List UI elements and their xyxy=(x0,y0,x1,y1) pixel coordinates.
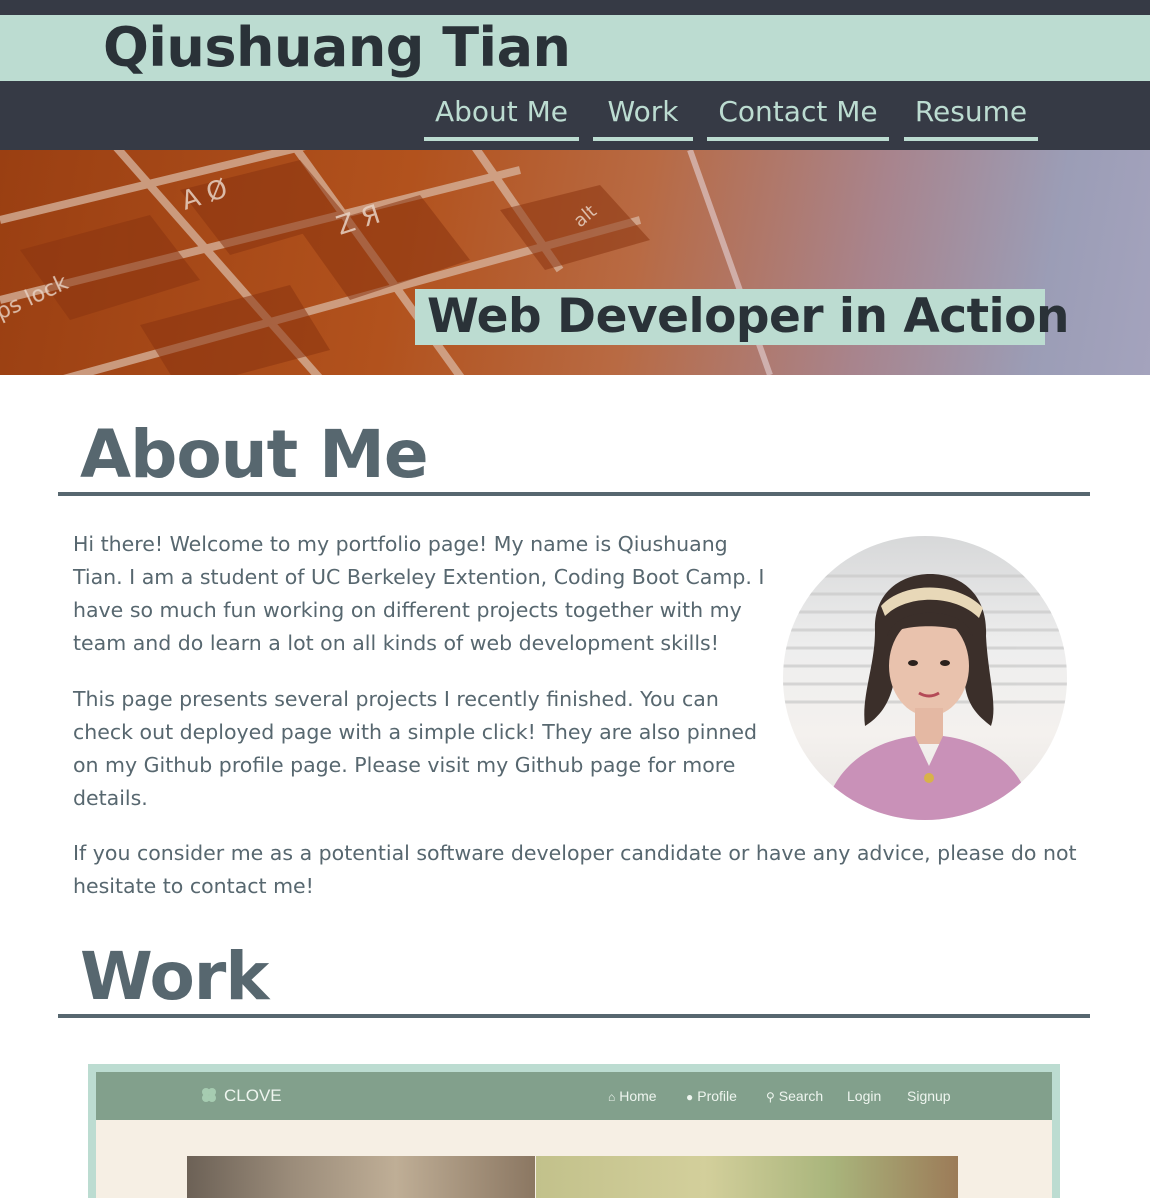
search-icon: ⚲ xyxy=(766,1090,775,1104)
project-preview-nav-login: Login xyxy=(847,1088,882,1104)
nav-link-work[interactable]: Work xyxy=(593,93,693,141)
project-preview-image-left xyxy=(187,1156,535,1198)
hero-tagline: Web Developer in Action xyxy=(427,289,1069,344)
portrait-illustration xyxy=(783,574,1067,820)
clover-icon xyxy=(202,1088,216,1102)
work-divider xyxy=(58,1014,1090,1018)
project-preview-nav-profile-label: Profile xyxy=(697,1088,737,1104)
nav-link-contact-me[interactable]: Contact Me xyxy=(707,93,889,141)
project-screenshot[interactable]: CLOVE ⌂ Home ● Profile ⚲ Search Login Signu… xyxy=(96,1072,1052,1198)
work-heading: Work xyxy=(80,938,269,1015)
top-strip xyxy=(0,0,1150,15)
site-name: Qiushuang Tian xyxy=(103,16,571,79)
project-preview-nav-profile: ● Profile xyxy=(686,1086,737,1107)
profile-photo xyxy=(783,536,1067,820)
project-preview-logo-text: CLOVE xyxy=(224,1086,282,1105)
project-preview-nav-signup: Signup xyxy=(907,1088,951,1104)
hero-tagline-badge: Web Developer in Action xyxy=(415,289,1069,345)
user-icon: ● xyxy=(686,1090,694,1104)
nav-link-about-me[interactable]: About Me xyxy=(424,93,579,141)
about-paragraph-2: This page presents several projects I re… xyxy=(73,687,758,810)
project-preview-nav-search-label: Search xyxy=(778,1088,824,1104)
about-paragraph-1: Hi there! Welcome to my portfolio page! … xyxy=(73,532,765,655)
main-nav: About Me Work Contact Me Resume xyxy=(0,81,1150,150)
about-divider xyxy=(58,492,1090,496)
svg-text:ps lock: ps lock xyxy=(0,270,72,325)
project-preview-logo: CLOVE xyxy=(200,1084,282,1108)
project-preview-image-right xyxy=(536,1156,958,1198)
about-paragraph-3: If you consider me as a potential softwa… xyxy=(73,841,1077,898)
project-preview-nav-home: ⌂ Home xyxy=(608,1086,657,1107)
project-preview-nav-search: ⚲ Search xyxy=(766,1086,823,1107)
home-icon: ⌂ xyxy=(608,1090,616,1104)
project-preview-nav-home-label: Home xyxy=(619,1088,657,1104)
project-preview-nav: CLOVE ⌂ Home ● Profile ⚲ Search Login Signu… xyxy=(96,1072,1052,1120)
nav-link-resume[interactable]: Resume xyxy=(904,93,1038,141)
project-card[interactable]: CLOVE ⌂ Home ● Profile ⚲ Search Login Signu… xyxy=(88,1064,1060,1198)
hero-banner: A Ø Z Я alt ps lock Web Developer in Act… xyxy=(0,150,1150,375)
about-heading: About Me xyxy=(80,416,429,493)
site-header: Qiushuang Tian xyxy=(0,15,1150,81)
